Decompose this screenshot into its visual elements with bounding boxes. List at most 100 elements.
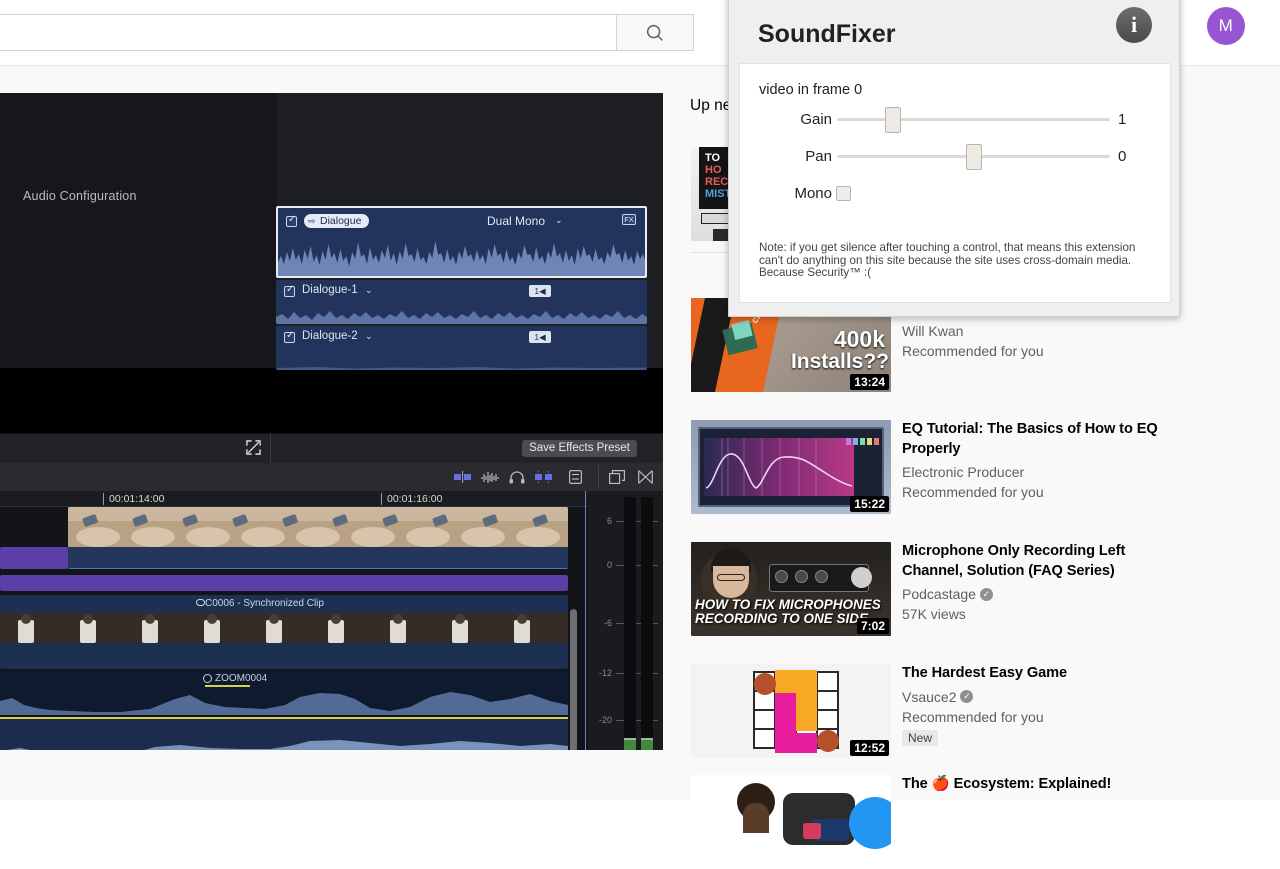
- gain-slider-thumb[interactable]: [885, 107, 901, 133]
- mono-checkbox[interactable]: [836, 186, 851, 201]
- pan-slider[interactable]: [837, 155, 1110, 158]
- video-channel[interactable]: Will Kwan: [902, 321, 1161, 341]
- popup-note: Note: if you get silence after touching …: [759, 242, 1151, 280]
- video-title[interactable]: The Hardest Easy Game: [902, 664, 1161, 684]
- clip-label: C0006 - Synchronized Clip: [205, 598, 324, 609]
- audio-meter-panel: 6 0 -6 -12 -20 -30 -50 L R: [588, 491, 663, 750]
- pan-slider-thumb[interactable]: [966, 144, 982, 170]
- meter-level-right: [641, 740, 653, 750]
- video-subtitle: Recommended for you: [902, 482, 1161, 502]
- track-label: Dialogue-2: [302, 330, 358, 342]
- timeline-clip-audio-yellow[interactable]: [0, 717, 568, 750]
- new-badge: New: [902, 730, 938, 746]
- meter-level-left: [624, 740, 636, 750]
- video-duration: 7:02: [857, 618, 889, 634]
- track-checkbox[interactable]: [284, 286, 295, 297]
- video-subtitle: Recommended for you: [902, 341, 1161, 361]
- list-item[interactable]: 15:22 EQ Tutorial: The Basics of How to …: [691, 420, 1161, 514]
- list-item[interactable]: HOW TO FIX MICROPHONESRECORDING TO ONE S…: [691, 542, 1161, 636]
- playhead[interactable]: [585, 491, 586, 750]
- duplicate-icon[interactable]: [608, 470, 626, 484]
- video-meta: The Hardest Easy Game Vsauce2 ✓ Recommen…: [902, 664, 1161, 758]
- toolbar-divider: [598, 465, 599, 489]
- timeline-scrollbar[interactable]: [570, 609, 577, 750]
- timeline-clip-synchronized[interactable]: C0006 - Synchronized Clip: [0, 595, 568, 669]
- channel-name: Will Kwan: [902, 321, 963, 341]
- audio-configuration-title: Audio Configuration: [23, 189, 137, 203]
- avatar[interactable]: M: [1207, 7, 1245, 45]
- list-item[interactable]: The 🍎 Ecosystem: Explained!: [691, 775, 1161, 869]
- track-checkbox[interactable]: [284, 332, 295, 343]
- video-thumbnail[interactable]: HOW TO FIX MICROPHONESRECORDING TO ONE S…: [691, 542, 891, 636]
- fx-badge[interactable]: FX: [622, 214, 636, 225]
- audio-level-line: [0, 717, 568, 719]
- chevron-down-icon[interactable]: ⌄: [555, 215, 563, 226]
- meter-peak-left: [624, 738, 636, 740]
- trim-icon[interactable]: [636, 470, 654, 484]
- gain-slider[interactable]: [837, 118, 1110, 121]
- track-mode-label[interactable]: Dual Mono: [487, 214, 545, 228]
- video-subtitle: Recommended for you: [902, 707, 1161, 727]
- video-thumbnail[interactable]: 12:52: [691, 664, 891, 758]
- toolbar-divider: [270, 433, 271, 463]
- headphones-icon[interactable]: [508, 470, 526, 484]
- search-input[interactable]: [0, 14, 616, 51]
- video-thumbnail[interactable]: [691, 775, 891, 869]
- channel-name: Vsauce2: [902, 687, 956, 707]
- gain-control-row: Gain 1: [740, 107, 1172, 133]
- meter-peak-right: [641, 738, 653, 740]
- audio-lanes-icon[interactable]: [454, 470, 472, 484]
- filmstrip-thumbnails: [0, 613, 568, 643]
- video-channel[interactable]: Podcastage ✓: [902, 584, 1161, 604]
- audio-icon: [203, 674, 212, 683]
- timeline-ruler[interactable]: 00:01:14:00 00:01:16:00: [0, 491, 663, 507]
- waveform-zoom: [0, 689, 568, 715]
- popup-body: video in frame 0 Gain 1 Pan 0 Mono Note:…: [739, 63, 1171, 303]
- gain-label: Gain: [740, 111, 832, 128]
- timeline-toolbar: [0, 463, 663, 491]
- channel-badge[interactable]: 1◀: [529, 285, 551, 297]
- video-player[interactable]: Audio Configuration Dialogue Dual Mono ⌄…: [0, 93, 663, 750]
- audio-meters-icon[interactable]: [535, 470, 553, 484]
- waveform-icon[interactable]: [481, 470, 499, 484]
- timeline-clip-purple-band[interactable]: [0, 575, 568, 591]
- pan-label: Pan: [740, 148, 832, 165]
- channel-name: Podcastage: [902, 584, 976, 604]
- search-bar: [0, 14, 694, 51]
- meter-tick: 6: [588, 516, 612, 526]
- chevron-down-icon[interactable]: ⌄: [365, 331, 373, 342]
- channel-name: Electronic Producer: [902, 462, 1024, 482]
- soundfixer-popup: SoundFixer i video in frame 0 Gain 1 Pan…: [728, 0, 1180, 317]
- video-title[interactable]: EQ Tutorial: The Basics of How to EQ Pro…: [902, 420, 1161, 459]
- list-item[interactable]: 12:52 The Hardest Easy Game Vsauce2 ✓ Re…: [691, 664, 1161, 758]
- track-checkbox[interactable]: [286, 216, 297, 227]
- video-thumbnail[interactable]: 15:22: [691, 420, 891, 514]
- pan-value: 0: [1118, 148, 1126, 165]
- video-title[interactable]: The 🍎 Ecosystem: Explained!: [902, 775, 1161, 795]
- save-effects-preset-button[interactable]: Save Effects Preset: [522, 440, 637, 457]
- index-icon[interactable]: [566, 470, 584, 484]
- channel-badge[interactable]: 1◀: [529, 331, 551, 343]
- video-title[interactable]: Microphone Only Recording Left Channel, …: [902, 542, 1161, 581]
- meter-bar-right: [641, 497, 653, 750]
- search-button[interactable]: [616, 14, 694, 51]
- video-duration: 13:24: [850, 374, 889, 390]
- timecode-label: 00:01:16:00: [381, 493, 442, 505]
- chevron-down-icon[interactable]: ⌄: [365, 285, 373, 296]
- info-icon[interactable]: i: [1116, 7, 1152, 43]
- audio-track-dialogue-1[interactable]: Dialogue-1 ⌄ 1◀: [276, 280, 647, 324]
- video-duration: 15:22: [850, 496, 889, 512]
- timeline-clip-zoom0004[interactable]: ZOOM0004: [0, 671, 568, 715]
- video-channel[interactable]: Vsauce2 ✓: [902, 687, 1161, 707]
- timeline-clip-video-top[interactable]: [68, 507, 568, 569]
- timeline-clip-purple-left[interactable]: [0, 547, 68, 569]
- expand-icon[interactable]: [245, 440, 262, 457]
- mono-label: Mono: [740, 185, 832, 202]
- youtube-page: M Audio Configuration Dialogue Dual Mono…: [0, 0, 1280, 800]
- video-meta: Microphone Only Recording Left Channel, …: [902, 542, 1161, 636]
- audio-track-dialogue-2[interactable]: Dialogue-2 ⌄ 1◀: [276, 326, 647, 370]
- timeline[interactable]: 00:01:14:00 00:01:16:00: [0, 491, 663, 750]
- meter-tick: -20: [588, 715, 612, 725]
- audio-track-dialogue[interactable]: Dialogue Dual Mono ⌄ FX: [276, 206, 647, 278]
- video-channel[interactable]: Electronic Producer: [902, 462, 1161, 482]
